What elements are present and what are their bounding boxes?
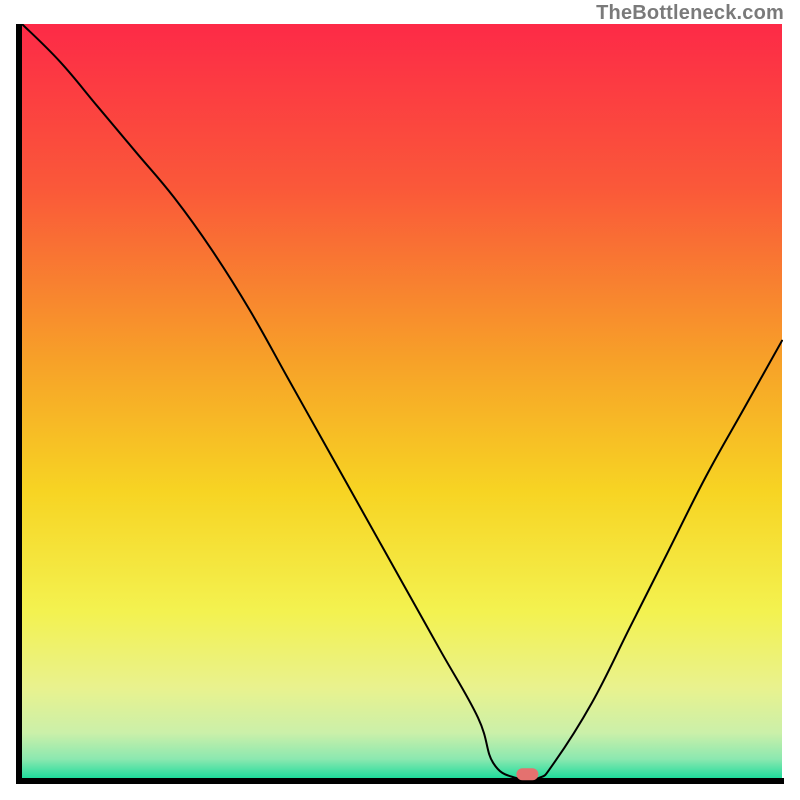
chart-svg — [16, 24, 784, 784]
chart-plot-area — [16, 24, 784, 784]
gradient-background — [22, 24, 782, 778]
chart-container: TheBottleneck.com — [0, 0, 800, 800]
optimal-marker — [516, 768, 538, 780]
attribution-text: TheBottleneck.com — [596, 2, 784, 25]
